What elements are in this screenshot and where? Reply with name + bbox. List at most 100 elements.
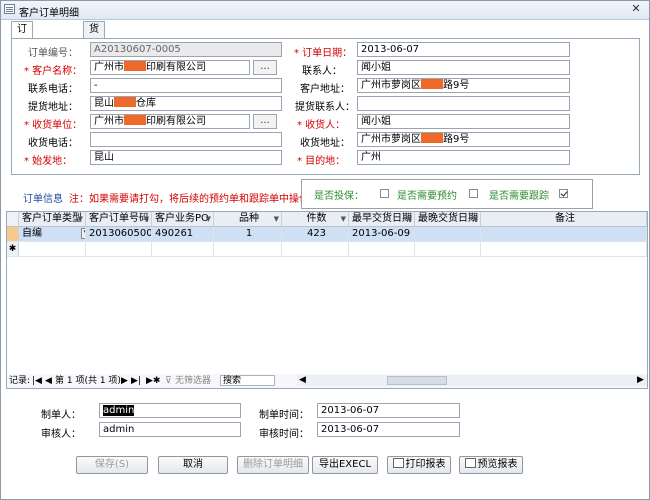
customer-picker-button[interactable]: ... [253, 60, 277, 75]
table-row[interactable]: 自编▼ 20130605005 490261 1 423 2013-06-09 [7, 227, 647, 242]
order-lines-grid: 客户订单类型 ▼ 客户订单号码 ▼ 客户业务PO ▼ 品种 ▼ 件数 ▼ 最早交货日期 ▼ … [6, 211, 648, 375]
preview-report-button[interactable]: 预览报表 [459, 456, 523, 474]
pickup-addr-field[interactable]: 昆山 仓库 [90, 96, 282, 111]
new-cell[interactable] [282, 242, 349, 256]
col-remark[interactable]: 备注 [481, 212, 647, 226]
title-bar: 客户订单明细 ✕ [1, 1, 649, 20]
track-checkbox[interactable] [559, 189, 568, 198]
consignee-unit-suffix: 印刷有限公司 [146, 116, 206, 127]
preview-report-label: 预览报表 [477, 459, 518, 470]
new-cell[interactable] [152, 242, 214, 256]
new-record-icon: ✱ [7, 242, 19, 256]
new-cell[interactable] [86, 242, 152, 256]
delete-order-detail-button[interactable]: 删除订单明细 [237, 456, 309, 474]
col-po[interactable]: 客户业务PO ▼ [152, 212, 214, 226]
consignee-picker-button[interactable]: ... [253, 114, 277, 129]
consignee-field[interactable]: 闻小姐 [357, 114, 570, 129]
redacted-block [114, 97, 136, 107]
create-time-field[interactable]: 2013-06-07 [317, 403, 460, 418]
creator-field[interactable]: admin [99, 403, 241, 418]
order-info-title: 订单信息 [23, 194, 63, 205]
search-input[interactable]: 搜索 [220, 375, 275, 386]
last-record-icon[interactable]: ▶| [131, 375, 141, 387]
close-icon[interactable]: ✕ [625, 1, 647, 18]
select-all-corner[interactable] [7, 212, 19, 226]
consignee-addr-label: 收货地址： [300, 138, 350, 149]
col-label: 最早交货日期 [352, 213, 412, 224]
insured-checkbox[interactable] [380, 189, 389, 198]
export-excel-button[interactable]: 导出EXECL [312, 456, 378, 474]
col-order-type[interactable]: 客户订单类型 ▼ [19, 212, 86, 226]
cancel-button[interactable]: 取消 [158, 456, 228, 474]
sort-arrow-icon: ▼ [143, 215, 149, 223]
phone-field[interactable]: - [90, 78, 282, 93]
filter-icon[interactable]: ⊽ [165, 375, 172, 387]
col-label: 品种 [239, 213, 259, 224]
consignee-unit-field[interactable]: 广州市 印刷有限公司 [90, 114, 250, 129]
order-no-field[interactable]: A20130607-0005 [90, 42, 282, 57]
order-no-label: 订单编号： [28, 48, 78, 59]
phone-label: 联系电话： [28, 84, 78, 95]
new-cell[interactable] [214, 242, 282, 256]
save-button[interactable]: 保存(S) [76, 456, 148, 474]
scroll-thumb[interactable] [387, 376, 447, 385]
pickup-addr-label: 提货地址： [28, 102, 78, 113]
destination-field[interactable]: 广州 [357, 150, 570, 165]
audit-time-field[interactable]: 2013-06-07 [317, 422, 460, 437]
customer-name-field[interactable]: 广州市 印刷有限公司 [90, 60, 250, 75]
no-filter-label[interactable]: 无筛选器 [175, 375, 211, 387]
new-cell[interactable] [415, 242, 481, 256]
tab-goods-info[interactable]: 货物信息 [83, 21, 105, 83]
col-order-no[interactable]: 客户订单号码 ▼ [86, 212, 152, 226]
customer-name-prefix: 广州市 [94, 62, 124, 73]
cell-earliest[interactable]: 2013-06-09 [349, 227, 415, 241]
row-selector[interactable] [7, 227, 19, 241]
pickup-contact-field[interactable] [357, 96, 570, 111]
new-record-row[interactable]: ✱ [7, 242, 647, 257]
col-latest[interactable]: 最晚交货日期 ▼ [415, 212, 481, 226]
consignee-phone-field[interactable] [90, 132, 282, 147]
cell-variety[interactable]: 1 [214, 227, 282, 241]
cell-order-type[interactable]: 自编▼ [19, 227, 86, 241]
origin-label: * 始发地： [24, 156, 73, 167]
window-title: 客户订单明细 [19, 8, 79, 19]
scroll-right-icon[interactable]: ▶ [637, 374, 644, 386]
new-cell[interactable] [349, 242, 415, 256]
consignee-unit-label: * 收货单位： [24, 120, 83, 131]
origin-field[interactable]: 昆山 [90, 150, 282, 165]
order-date-field[interactable]: 2013-06-07 [357, 42, 570, 57]
scroll-left-icon[interactable]: ◀ [299, 374, 306, 386]
col-variety[interactable]: 品种 ▼ [214, 212, 282, 226]
record-position[interactable]: 第 1 项(共 1 项) [55, 375, 121, 387]
customer-addr-field[interactable]: 广州市萝岗区 路9号 [357, 78, 570, 93]
order-detail-window: 客户订单明细 ✕ 订单基本信息 货物信息 订单编号： A20130607-000… [0, 0, 650, 500]
cell-order-no[interactable]: 20130605005 [86, 227, 152, 241]
next-record-icon[interactable]: ▶ [121, 375, 128, 387]
consignee-addr-prefix: 广州市萝岗区 [361, 134, 421, 145]
print-report-button[interactable]: 打印报表 [387, 456, 451, 474]
customer-addr-suffix: 路9号 [443, 80, 470, 91]
col-qty[interactable]: 件数 ▼ [282, 212, 349, 226]
col-earliest[interactable]: 最早交货日期 ▼ [349, 212, 415, 226]
contact-field[interactable]: 闻小姐 [357, 60, 570, 75]
redacted-block [124, 115, 146, 125]
horizontal-scrollbar[interactable]: ◀ ▶ [297, 375, 647, 386]
form-icon [4, 4, 15, 14]
tab-basic-info[interactable]: 订单基本信息 [11, 21, 33, 115]
order-date-label: * 订单日期： [294, 48, 353, 59]
consignee-addr-field[interactable]: 广州市萝岗区 路9号 [357, 132, 570, 147]
cell-qty[interactable]: 423 [282, 227, 349, 241]
new-record-nav-icon[interactable]: ▶✱ [146, 375, 160, 387]
redacted-block [421, 79, 443, 89]
prev-record-icon[interactable]: ◀ [45, 375, 52, 387]
cell-po[interactable]: 490261 [152, 227, 214, 241]
first-record-icon[interactable]: |◀ [32, 375, 42, 387]
cell-remark[interactable] [481, 227, 647, 241]
cell-latest[interactable] [415, 227, 481, 241]
new-cell[interactable] [19, 242, 86, 256]
auditor-field[interactable]: admin [99, 422, 241, 437]
consignee-unit-prefix: 广州市 [94, 116, 124, 127]
customer-addr-prefix: 广州市萝岗区 [361, 80, 421, 91]
new-cell[interactable] [481, 242, 647, 256]
reserve-checkbox[interactable] [469, 189, 478, 198]
